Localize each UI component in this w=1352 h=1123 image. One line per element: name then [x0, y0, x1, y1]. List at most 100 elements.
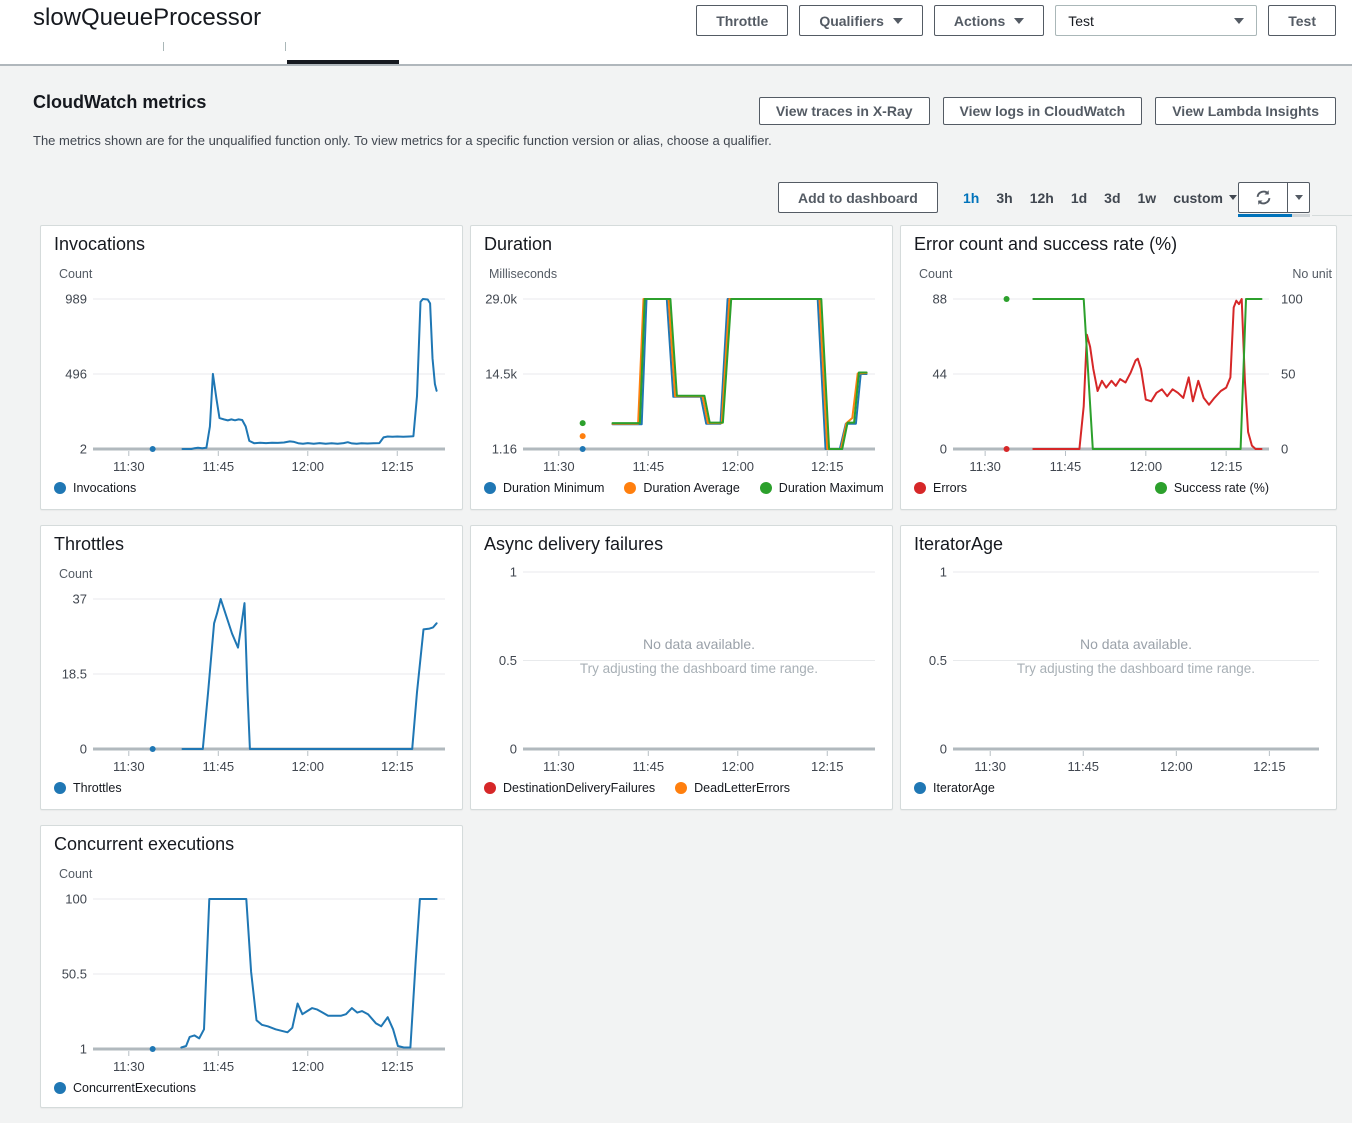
svg-text:1: 1: [940, 565, 947, 580]
legend-swatch: [914, 782, 926, 794]
refresh-button[interactable]: [1238, 182, 1288, 213]
async-delivery-failures-chart[interactable]: 10.5011:3011:4512:0012:15No data availab…: [471, 561, 892, 811]
legend-label: DestinationDeliveryFailures: [503, 781, 655, 795]
svg-text:12:15: 12:15: [1210, 459, 1243, 474]
legend-swatch: [484, 482, 496, 494]
svg-text:11:45: 11:45: [202, 459, 234, 474]
svg-text:50: 50: [1281, 367, 1295, 382]
metric-card-async-delivery-failures: Async delivery failures 10.5011:3011:451…: [470, 525, 893, 810]
duration-chart[interactable]: 29.0k14.5k1.1611:3011:4512:0012:15Millis…: [471, 261, 892, 511]
legend-item[interactable]: IteratorAge: [914, 781, 995, 795]
chart-legend: Duration MinimumDuration AverageDuration…: [484, 481, 879, 495]
svg-text:496: 496: [65, 367, 87, 382]
svg-text:Count: Count: [919, 267, 953, 281]
throttle-button[interactable]: Throttle: [696, 5, 788, 36]
qualifiers-button[interactable]: Qualifiers: [799, 5, 923, 36]
iterator-age-chart[interactable]: 10.5011:3011:4512:0012:15No data availab…: [901, 561, 1336, 811]
concurrent-executions-chart[interactable]: 10050.5111:3011:4512:0012:15Count: [41, 861, 462, 1111]
svg-text:0: 0: [1281, 442, 1288, 457]
svg-text:989: 989: [65, 292, 87, 307]
svg-text:11:30: 11:30: [543, 759, 575, 774]
legend-item[interactable]: Duration Minimum: [484, 481, 604, 495]
test-event-select[interactable]: Test: [1055, 5, 1257, 36]
svg-text:0: 0: [510, 742, 517, 757]
legend-item[interactable]: Throttles: [54, 781, 122, 795]
test-button[interactable]: Test: [1268, 5, 1336, 36]
legend-label: Throttles: [73, 781, 122, 795]
view-lambda-insights-button[interactable]: View Lambda Insights: [1155, 97, 1336, 125]
chevron-down-icon: [1234, 18, 1244, 24]
function-header: slowQueueProcessor Throttle Qualifiers A…: [0, 0, 1352, 66]
legend-item[interactable]: ConcurrentExecutions: [54, 1081, 196, 1095]
divider: [1312, 215, 1352, 216]
chevron-down-icon: [1014, 18, 1024, 24]
refresh-icon: [1255, 189, 1272, 206]
legend-item[interactable]: Success rate (%): [1155, 481, 1269, 495]
metrics-links: View traces in X-Ray View logs in CloudW…: [759, 97, 1336, 125]
refresh-progress-fill: [1238, 214, 1292, 217]
refresh-split-button: [1238, 182, 1310, 213]
time-range-3h[interactable]: 3h: [996, 190, 1012, 206]
svg-text:12:15: 12:15: [1253, 759, 1286, 774]
svg-text:Milliseconds: Milliseconds: [489, 267, 557, 281]
metrics-grid: Invocations 989496211:3011:4512:0012:15C…: [40, 225, 1337, 1108]
svg-text:No unit: No unit: [1292, 267, 1332, 281]
legend-label: ConcurrentExecutions: [73, 1081, 196, 1095]
time-range-custom[interactable]: custom: [1173, 190, 1237, 206]
legend-item[interactable]: Errors: [914, 481, 967, 495]
svg-text:12:00: 12:00: [292, 459, 325, 474]
chart-title: IteratorAge: [914, 534, 1003, 555]
metric-card-concurrent-executions: Concurrent executions 10050.5111:3011:45…: [40, 825, 463, 1108]
legend-swatch: [1155, 482, 1167, 494]
legend-label: Duration Average: [643, 481, 739, 495]
refresh-options-button[interactable]: [1288, 182, 1310, 213]
svg-text:Count: Count: [59, 267, 93, 281]
legend-label: Errors: [933, 481, 967, 495]
chart-title: Error count and success rate (%): [914, 234, 1177, 255]
add-to-dashboard-button[interactable]: Add to dashboard: [778, 182, 938, 213]
legend-item[interactable]: Duration Maximum: [760, 481, 884, 495]
svg-text:11:30: 11:30: [969, 459, 1001, 474]
svg-text:12:00: 12:00: [722, 459, 755, 474]
error-count-success-rate-chart[interactable]: 8844010050011:3011:4512:0012:15CountNo u…: [901, 261, 1336, 511]
time-range-1h[interactable]: 1h: [963, 190, 979, 206]
legend-item[interactable]: DestinationDeliveryFailures: [484, 781, 655, 795]
svg-text:11:45: 11:45: [1050, 459, 1082, 474]
svg-text:29.0k: 29.0k: [485, 292, 517, 307]
legend-swatch: [624, 482, 636, 494]
actions-button-label: Actions: [954, 13, 1005, 29]
throttle-button-label: Throttle: [716, 13, 768, 29]
svg-text:12:15: 12:15: [381, 459, 414, 474]
chart-legend: Invocations: [54, 481, 449, 495]
legend-item[interactable]: Invocations: [54, 481, 136, 495]
chevron-down-icon: [1229, 195, 1237, 200]
legend-label: DeadLetterErrors: [694, 781, 790, 795]
add-to-dashboard-label: Add to dashboard: [798, 190, 918, 206]
time-range-1d[interactable]: 1d: [1071, 190, 1087, 206]
throttles-chart[interactable]: 3718.5011:3011:4512:0012:15Count: [41, 561, 462, 811]
time-range-12h[interactable]: 12h: [1030, 190, 1054, 206]
legend-swatch: [914, 482, 926, 494]
svg-text:12:15: 12:15: [381, 1059, 414, 1074]
actions-button[interactable]: Actions: [934, 5, 1044, 36]
invocations-chart[interactable]: 989496211:3011:4512:0012:15Count: [41, 261, 462, 511]
chart-legend: IteratorAge: [914, 781, 1323, 795]
legend-item[interactable]: DeadLetterErrors: [675, 781, 790, 795]
qualifiers-button-label: Qualifiers: [819, 13, 884, 29]
svg-text:Count: Count: [59, 567, 93, 581]
legend-label: Duration Maximum: [779, 481, 884, 495]
view-traces-xray-button[interactable]: View traces in X-Ray: [759, 97, 930, 125]
svg-text:12:00: 12:00: [722, 759, 755, 774]
legend-label: Duration Minimum: [503, 481, 604, 495]
chart-legend: DestinationDeliveryFailures DeadLetterErr…: [484, 781, 879, 795]
view-logs-cloudwatch-button[interactable]: View logs in CloudWatch: [943, 97, 1143, 125]
svg-text:0.5: 0.5: [929, 653, 947, 668]
svg-text:0.5: 0.5: [499, 653, 517, 668]
svg-text:Try adjusting the dashboard ti: Try adjusting the dashboard time range.: [1017, 661, 1255, 676]
legend-item[interactable]: Duration Average: [624, 481, 739, 495]
time-range-3d[interactable]: 3d: [1104, 190, 1120, 206]
svg-text:11:30: 11:30: [974, 759, 1006, 774]
time-range-1w[interactable]: 1w: [1138, 190, 1157, 206]
svg-text:12:00: 12:00: [292, 759, 325, 774]
chart-legend: Errors Success rate (%): [914, 481, 1323, 495]
